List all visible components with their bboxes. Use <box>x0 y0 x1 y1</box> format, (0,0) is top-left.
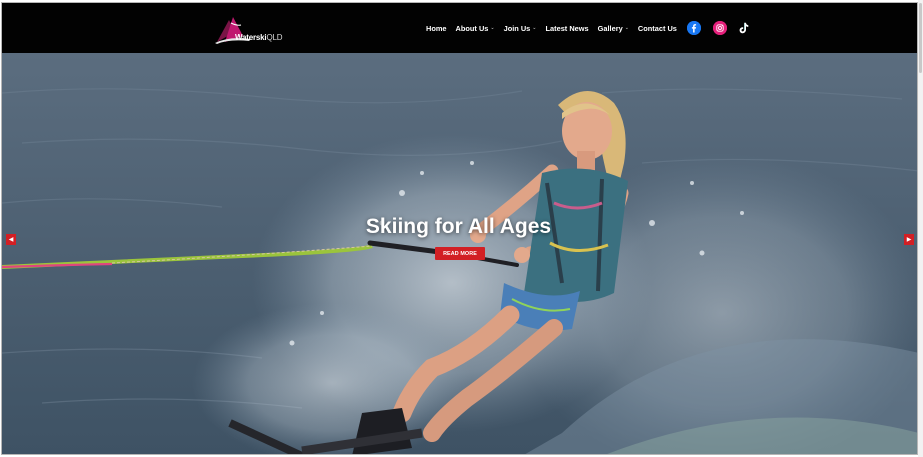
page: WaterskiQLD Home About Us ⌄ Join Us ⌄ Late… <box>1 2 918 455</box>
nav-latest-news-label: Latest News <box>545 23 589 33</box>
chevron-right-icon: ▶ <box>906 237 912 243</box>
nav-home-label: Home <box>426 23 447 33</box>
chevron-left-icon: ◀ <box>8 237 14 243</box>
facebook-icon <box>686 21 701 35</box>
site-logo[interactable]: WaterskiQLD <box>215 14 297 44</box>
hero-title: Skiing for All Ages <box>2 215 917 239</box>
instagram-icon <box>712 21 727 35</box>
slider-prev-button[interactable]: ◀ <box>6 234 16 245</box>
read-more-button[interactable]: READ MORE <box>435 247 485 260</box>
logo-name-text: Waterski <box>235 33 267 42</box>
tiktok-link[interactable] <box>739 21 749 35</box>
nav-about-us[interactable]: About Us ⌄ <box>456 24 495 33</box>
nav-home[interactable]: Home <box>426 24 447 33</box>
slider-next-button[interactable]: ▶ <box>904 234 914 245</box>
nav-contact-us-label: Contact Us <box>637 23 677 33</box>
nav-join-us[interactable]: Join Us ⌄ <box>504 24 537 33</box>
instagram-link[interactable] <box>712 21 727 35</box>
nav-contact-us[interactable]: Contact Us <box>638 24 677 33</box>
chevron-down-icon: ⌄ <box>624 25 629 31</box>
page-scrollbar[interactable] <box>918 0 923 457</box>
hero-title-text: Skiing for All Ages <box>365 215 552 238</box>
logo-region-text: QLD <box>266 33 283 42</box>
nav-latest-news[interactable]: Latest News <box>546 24 589 33</box>
nav-gallery[interactable]: Gallery ⌄ <box>598 24 629 33</box>
logo-wordmark: WaterskiQLD <box>235 33 283 42</box>
hero-slider: Skiing for All Ages READ MORE ◀ ▶ <box>2 53 917 454</box>
facebook-link[interactable] <box>686 21 701 35</box>
tiktok-icon <box>739 22 749 34</box>
nav-about-us-label: About Us <box>455 23 489 33</box>
nav-gallery-label: Gallery <box>597 23 623 33</box>
main-navigation: Home About Us ⌄ Join Us ⌄ Latest News Gall… <box>426 18 761 38</box>
site-header: WaterskiQLD Home About Us ⌄ Join Us ⌄ Late… <box>2 3 917 53</box>
scrollbar-thumb[interactable] <box>919 3 922 73</box>
chevron-down-icon: ⌄ <box>490 25 495 31</box>
nav-join-us-label: Join Us <box>503 23 531 33</box>
chevron-down-icon: ⌄ <box>532 25 537 31</box>
